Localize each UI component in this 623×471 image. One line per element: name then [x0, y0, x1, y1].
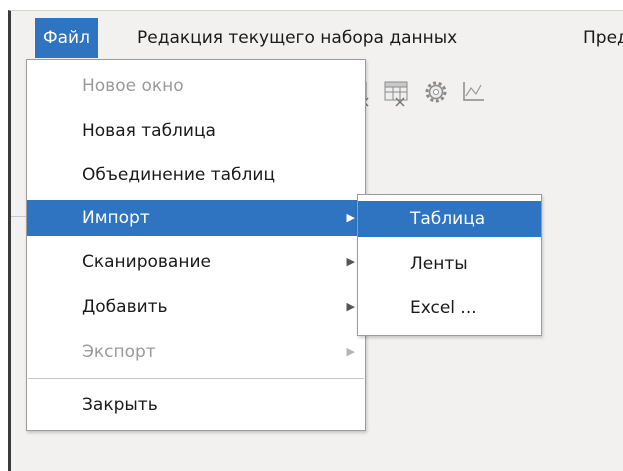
submenu-item-label: Таблица — [410, 209, 486, 229]
menu-item-label: Закрыть — [82, 395, 158, 415]
menu-item-label: Новое окно — [82, 76, 184, 96]
table-edit-icon[interactable] — [380, 76, 412, 108]
menu-file[interactable]: Файл — [35, 18, 98, 58]
menu-item-close[interactable]: Закрыть — [27, 387, 365, 423]
submenu-arrow-icon: ▶ — [346, 255, 355, 268]
submenu-item-table[interactable]: Таблица — [358, 201, 541, 237]
chart-icon[interactable] — [458, 76, 490, 108]
gear-icon[interactable] — [420, 76, 452, 108]
menu-item-export[interactable]: Экспорт ▶ — [27, 334, 365, 370]
menu-item-label: Импорт — [82, 208, 150, 228]
menu-item-label: Новая таблица — [82, 121, 216, 141]
submenu-item-excel[interactable]: Excel ... — [358, 290, 541, 326]
submenu-item-label: Excel ... — [410, 298, 477, 318]
menu-view[interactable]: Пред — [575, 18, 623, 58]
menu-item-label: Добавить — [82, 297, 168, 317]
submenu-arrow-icon: ▶ — [346, 211, 355, 224]
submenu-arrow-icon: ▶ — [346, 345, 355, 358]
menu-edit-dataset[interactable]: Редакция текущего набора данных — [129, 18, 465, 58]
submenu-item-tapes[interactable]: Ленты — [358, 246, 541, 282]
file-menu: Новое окно Новая таблица Объединение таб… — [26, 59, 366, 431]
menu-item-add[interactable]: Добавить ▶ — [27, 289, 365, 325]
menu-item-import[interactable]: Импорт ▶ — [27, 200, 365, 236]
menu-item-label: Сканирование — [82, 252, 211, 272]
menu-item-merge-tables[interactable]: Объединение таблиц — [27, 157, 365, 193]
menu-item-label: Экспорт — [82, 342, 156, 362]
menu-item-scanning[interactable]: Сканирование ▶ — [27, 244, 365, 280]
menu-item-new-window[interactable]: Новое окно — [27, 68, 365, 104]
import-submenu: Таблица Ленты Excel ... — [357, 194, 542, 336]
submenu-arrow-icon: ▶ — [346, 300, 355, 313]
menu-separator — [28, 378, 364, 379]
menu-item-new-table[interactable]: Новая таблица — [27, 113, 365, 149]
menubar: Файл Редакция текущего набора данных Пре… — [11, 18, 623, 58]
menu-item-label: Объединение таблиц — [82, 165, 276, 185]
submenu-item-label: Ленты — [410, 254, 468, 274]
